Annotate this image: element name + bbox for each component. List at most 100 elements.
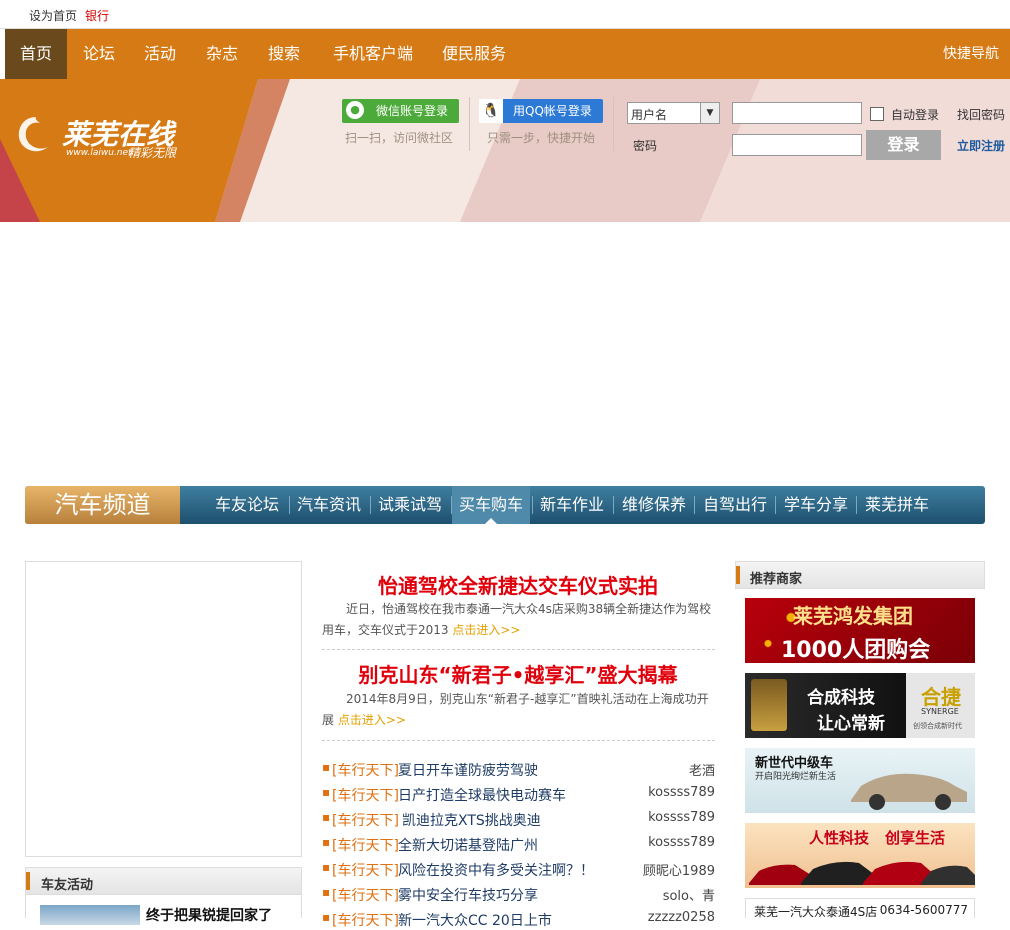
logo-url: www.laiwu.net xyxy=(66,148,132,158)
news-row[interactable]: ▪ [车行天下] 凯迪拉克XTS挑战奥迪 kossss789 xyxy=(322,810,715,830)
news-title[interactable]: 全新大切诺基登陆广州 xyxy=(398,835,538,855)
top-bar: 设为首页 银行 xyxy=(0,0,1010,29)
news-author[interactable]: 老酒 xyxy=(689,760,715,779)
username-input[interactable] xyxy=(732,102,862,124)
divider xyxy=(322,740,715,741)
news-category[interactable]: [车行天下] xyxy=(332,885,399,905)
news-category[interactable]: [车行天下] xyxy=(332,910,399,930)
ad-banner-synerge[interactable]: 合成科技 让心常新 合捷 SYNERGE 创领合成新时代 xyxy=(745,673,975,738)
left-slideshow-box[interactable] xyxy=(25,561,302,857)
nav-quick[interactable]: 快捷导航 xyxy=(935,29,1007,79)
username-type-select[interactable]: 用户名 ▼ xyxy=(627,102,720,124)
news-title[interactable]: 风险在投资中有多受关注啊？！ xyxy=(398,860,594,880)
news-author[interactable]: kossss789 xyxy=(648,835,715,850)
news-row[interactable]: ▪ [车行天下] 全新大切诺基登陆广州 kossss789 xyxy=(322,835,715,855)
nav-activity[interactable]: 活动 xyxy=(131,29,189,79)
bank-link[interactable]: 银行 xyxy=(85,7,109,24)
ad-banner-vw[interactable]: 人性科技 创享生活 xyxy=(745,823,975,888)
news-author[interactable]: 顾昵心1989 xyxy=(643,860,715,879)
find-password-link[interactable]: 找回密码 xyxy=(957,106,1005,123)
tab-separator xyxy=(856,496,857,514)
auto-tab-road-trip[interactable]: 自驾出行 xyxy=(700,486,770,524)
activity-item-title[interactable]: 终于把果锐提回家了 xyxy=(146,905,272,925)
car-image xyxy=(851,773,967,810)
ad-tagline: 创领合成新时代 xyxy=(913,722,962,730)
news-row[interactable]: ▪ [车行天下] 雾中安全行车技巧分享 solo、青 xyxy=(322,885,715,905)
activity-box: 车友活动 终于把果锐提回家了 xyxy=(25,867,302,925)
news-title[interactable]: 雾中安全行车技巧分享 xyxy=(398,885,538,905)
ad-brand: 合捷 xyxy=(921,685,961,709)
ad-banner-hongfa[interactable]: 莱芜鸿发集团 1000人团购会 xyxy=(745,598,975,663)
nav-magazine[interactable]: 杂志 xyxy=(193,29,251,79)
bullet-icon: ▪ xyxy=(322,810,331,824)
bullet-icon: ▪ xyxy=(322,860,331,874)
wechat-login-button[interactable]: ● 微信账号登录 xyxy=(342,99,459,123)
nav-search[interactable]: 搜索 xyxy=(255,29,313,79)
nav-mobile-client[interactable]: 手机客户端 xyxy=(323,29,423,79)
tab-separator xyxy=(289,496,290,514)
auto-login-checkbox[interactable] xyxy=(870,107,884,121)
tab-separator xyxy=(532,496,533,514)
dealer-name[interactable]: 莱芜一汽大众泰通4S店 xyxy=(754,903,877,920)
nav-forum[interactable]: 论坛 xyxy=(70,29,128,79)
auto-channel-bar: 汽车频道 车友论坛 汽车资讯 试乘试驾 买车购车 新车作业 维修保养 自驾出行 … xyxy=(25,486,985,524)
dealer-row[interactable]: 莱芜一汽大众泰通4S店 0634-5600777 xyxy=(745,898,975,920)
news-row[interactable]: ▪ [车行天下] 日产打造全球最快电动赛车 kossss789 xyxy=(322,785,715,805)
set-home-link[interactable]: 设为首页 xyxy=(29,7,77,24)
auto-tab-driving-school[interactable]: 学车分享 xyxy=(781,486,851,524)
bullet-icon: ▪ xyxy=(322,910,331,924)
news-title[interactable]: 日产打造全球最快电动赛车 xyxy=(398,785,566,805)
header-accent xyxy=(736,566,740,584)
news-author[interactable]: kossss789 xyxy=(648,810,715,825)
register-link[interactable]: 立即注册 xyxy=(957,137,1005,154)
news-category[interactable]: [车行天下] xyxy=(332,760,399,780)
more-link-1[interactable]: 点击进入>> xyxy=(452,623,520,637)
ad-line2: 1000人团购会 xyxy=(781,638,931,663)
tab-separator xyxy=(370,496,371,514)
auto-tab-new-car[interactable]: 新车作业 xyxy=(537,486,607,524)
header-accent xyxy=(26,872,30,890)
news-author[interactable]: kossss789 xyxy=(648,785,715,800)
news-row[interactable]: ▪ [车行天下] 夏日开车谨防疲劳驾驶 老酒 xyxy=(322,760,715,780)
divider xyxy=(613,97,614,151)
news-category[interactable]: [车行天下] xyxy=(332,835,399,855)
news-category[interactable]: [车行天下] xyxy=(332,860,399,880)
login-button[interactable]: 登录 xyxy=(866,130,941,160)
activity-thumbnail[interactable] xyxy=(40,905,140,925)
auto-tab-maintenance[interactable]: 维修保养 xyxy=(619,486,689,524)
bullet-icon: ▪ xyxy=(322,835,331,849)
ad-banner-new-car[interactable]: 新世代中级车 开启阳光绚烂新生活 xyxy=(745,748,975,813)
nav-home[interactable]: 首页 xyxy=(5,29,67,79)
wechat-icon: ● xyxy=(346,101,364,119)
news-title[interactable]: 凯迪拉克XTS挑战奥迪 xyxy=(402,810,541,830)
activity-title: 车友活动 xyxy=(41,878,94,893)
news-row[interactable]: ▪ [车行天下] 风险在投资中有多受关注啊？！ 顾昵心1989 xyxy=(322,860,715,880)
tab-separator xyxy=(694,496,695,514)
auto-tab-test-drive[interactable]: 试乘试驾 xyxy=(375,486,445,524)
password-label: 密码 xyxy=(633,139,658,153)
auto-tab-news[interactable]: 汽车资讯 xyxy=(294,486,364,524)
username-select-value: 用户名 xyxy=(631,108,668,122)
headline-2[interactable]: 别克山东“新君子•越享汇”盛大揭幕 xyxy=(322,659,714,688)
news-author[interactable]: solo、青 xyxy=(663,885,715,904)
nav-services[interactable]: 便民服务 xyxy=(433,29,515,79)
summary-2: 2014年8月9日，别克山东“新君子-越享汇”首映礼活动在上海成功开展 点击进入… xyxy=(322,689,714,731)
more-link-2[interactable]: 点击进入>> xyxy=(338,713,406,727)
ad-line2: 开启阳光绚烂新生活 xyxy=(755,772,837,782)
qq-hint: 只需一步，快捷开始 xyxy=(487,131,596,145)
news-title[interactable]: 夏日开车谨防疲劳驾驶 xyxy=(398,760,538,780)
news-title[interactable]: 新一汽大众CC 20日上市 xyxy=(398,910,552,930)
news-row[interactable]: ▪ [车行天下] 新一汽大众CC 20日上市 zzzzz0258 xyxy=(322,910,715,930)
dealer-phone: 0634-5600777 xyxy=(879,903,968,917)
qq-login-button[interactable]: 🐧 用QQ帐号登录 xyxy=(479,99,603,123)
qq-penguin-icon: 🐧 xyxy=(479,99,503,123)
oil-bottle-icon xyxy=(751,679,787,731)
news-category[interactable]: [车行天下] xyxy=(332,785,399,805)
recommended-title: 推荐商家 xyxy=(750,572,803,587)
password-input[interactable] xyxy=(732,134,862,156)
auto-tab-carpool[interactable]: 莱芜拼车 xyxy=(862,486,932,524)
recommended-merchants-header: 推荐商家 xyxy=(735,561,985,589)
news-category[interactable]: [车行天下] xyxy=(332,810,399,830)
auto-tab-forum[interactable]: 车友论坛 xyxy=(212,486,282,524)
headline-1[interactable]: 怡通驾校全新捷达交车仪式实拍 xyxy=(322,570,714,599)
